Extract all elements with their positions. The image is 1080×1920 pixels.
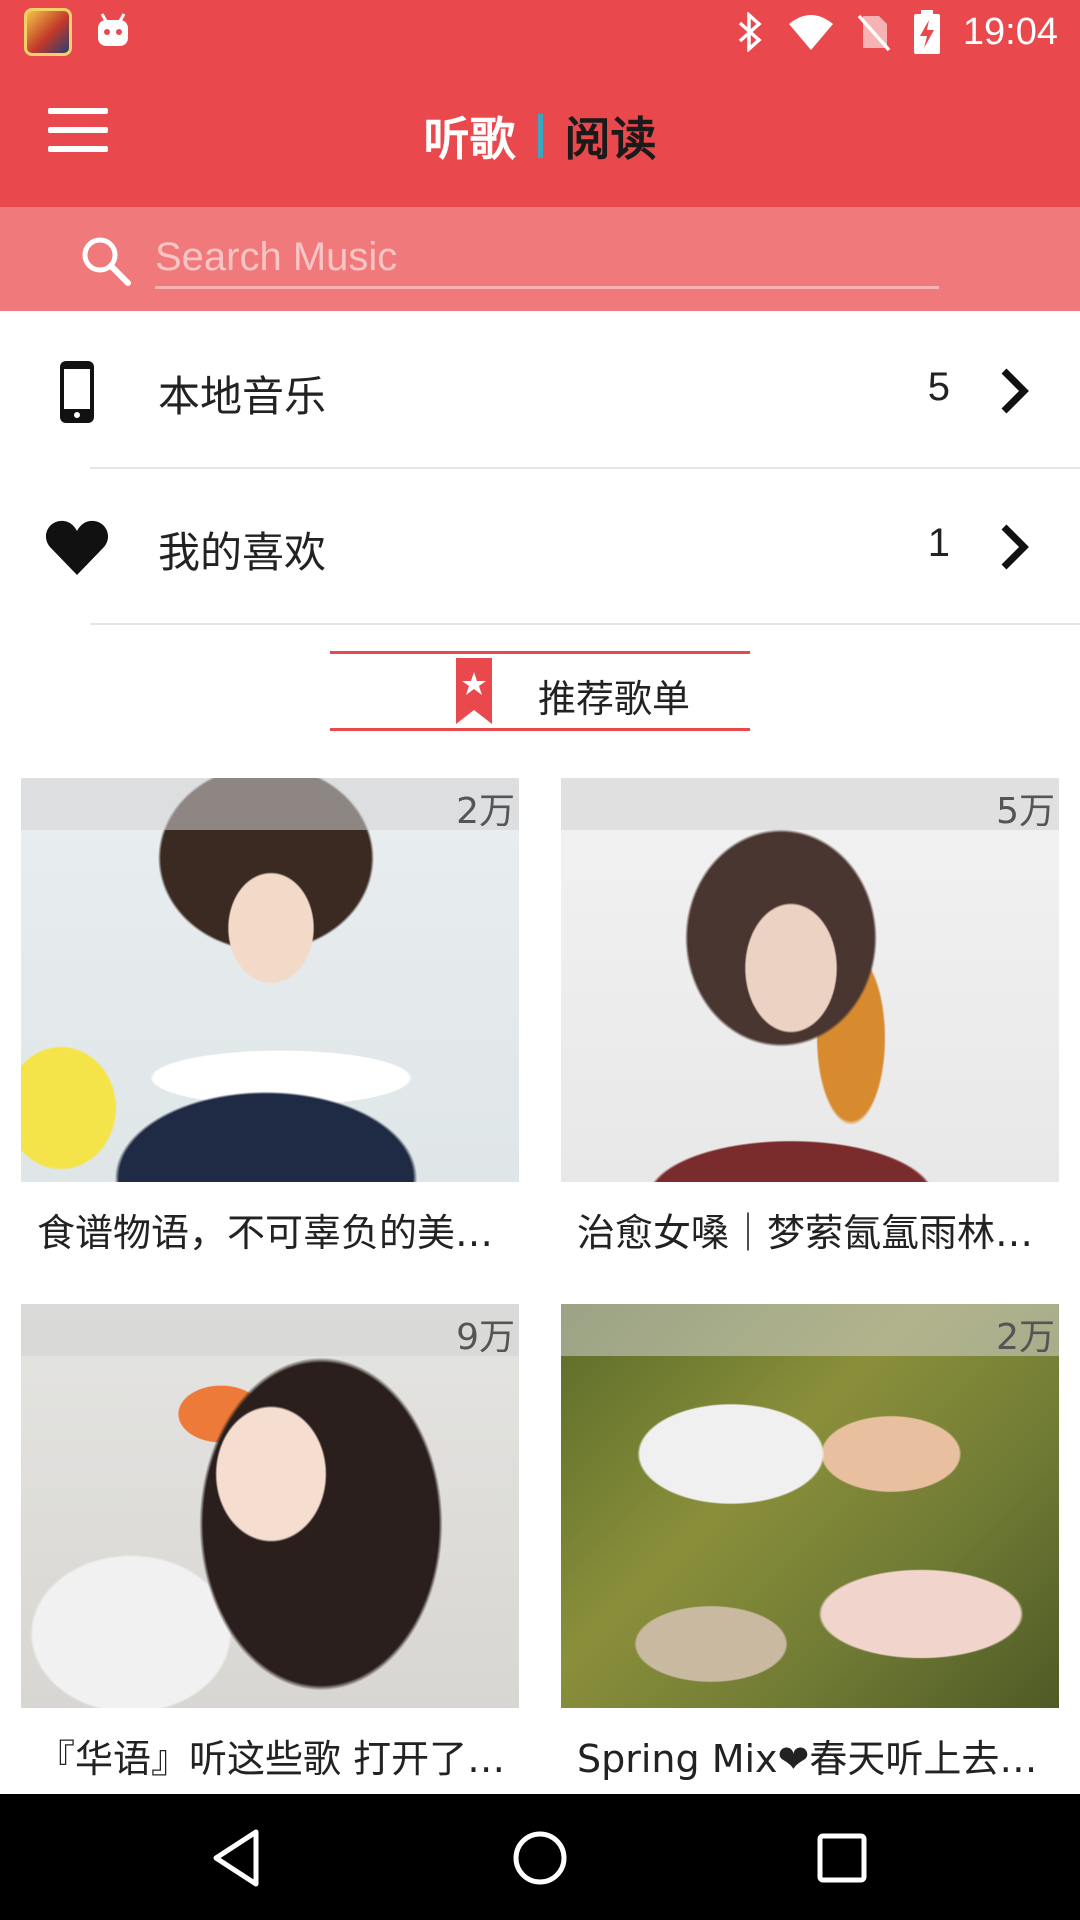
playlist-cover-image: 2万 — [21, 778, 519, 1182]
home-icon[interactable] — [508, 1826, 572, 1890]
phone-icon — [60, 361, 94, 423]
game-app-icon — [24, 8, 72, 56]
bluetooth-icon — [738, 12, 762, 52]
play-count: 2万 — [456, 791, 515, 832]
play-count: 5万 — [996, 791, 1055, 832]
playlist-card[interactable]: 2万 食谱物语，不可辜负的美食… — [21, 778, 519, 1278]
recents-icon[interactable] — [810, 1826, 874, 1890]
playlist-title: Spring Mix❤春天听上去是… — [577, 1737, 1057, 1781]
status-bar: 19:04 — [0, 0, 1080, 64]
clock: 19:04 — [962, 10, 1058, 53]
app-toolbar: 听歌 阅读 — [0, 64, 1080, 207]
screen: 19:04 听歌 阅读 本地音乐 5 — [0, 0, 1080, 1920]
chevron-right-icon — [1001, 368, 1029, 414]
tab-listen[interactable]: 听歌 — [402, 103, 538, 169]
play-count-bar: 9万 — [21, 1304, 519, 1358]
search-input[interactable] — [155, 229, 939, 289]
favorites-count: 1 — [927, 521, 950, 565]
tab-read[interactable]: 阅读 — [543, 103, 679, 169]
recommended-playlists-header: 推荐歌单 — [330, 651, 750, 731]
android-icon — [92, 8, 140, 56]
play-count-bar: 5万 — [561, 778, 1059, 832]
favorites-row[interactable]: 我的喜欢 1 — [0, 469, 1080, 625]
no-sim-icon — [857, 14, 891, 52]
heart-icon — [45, 520, 109, 575]
search-icon[interactable] — [78, 233, 132, 287]
playlist-title: 『华语』听这些歌 打开了谁… — [37, 1737, 517, 1781]
play-count-bar: 2万 — [561, 1304, 1059, 1358]
bookmark-star-icon — [456, 658, 492, 724]
search-bar — [0, 207, 1080, 311]
playlist-title: 食谱物语，不可辜负的美食… — [37, 1211, 517, 1255]
wifi-icon — [788, 15, 833, 50]
playlist-cover-image: 9万 — [21, 1304, 519, 1708]
section-title: 推荐歌单 — [538, 677, 691, 721]
playlist-cover-image: 2万 — [561, 1304, 1059, 1708]
chevron-right-icon — [1001, 524, 1029, 570]
local-music-row[interactable]: 本地音乐 5 — [0, 313, 1080, 469]
playlist-card[interactable]: 9万 『华语』听这些歌 打开了谁… — [21, 1304, 519, 1794]
playlist-title: 治愈女嗓｜梦萦氤氲雨林，… — [577, 1211, 1057, 1255]
back-icon[interactable] — [206, 1826, 270, 1890]
row-divider — [90, 623, 1080, 625]
local-music-label: 本地音乐 — [158, 372, 327, 421]
battery-charging-icon — [913, 10, 940, 54]
local-music-count: 5 — [927, 365, 950, 409]
favorites-label: 我的喜欢 — [158, 528, 327, 577]
play-count-bar: 2万 — [21, 778, 519, 832]
playlist-cover-image: 5万 — [561, 778, 1059, 1182]
top-tabs: 听歌 阅读 — [0, 64, 1080, 207]
play-count: 9万 — [456, 1317, 515, 1358]
system-navigation-bar — [0, 1794, 1080, 1920]
playlist-card[interactable]: 2万 Spring Mix❤春天听上去是… — [561, 1304, 1059, 1794]
playlist-card[interactable]: 5万 治愈女嗓｜梦萦氤氲雨林，… — [561, 778, 1059, 1278]
play-count: 2万 — [996, 1317, 1055, 1358]
